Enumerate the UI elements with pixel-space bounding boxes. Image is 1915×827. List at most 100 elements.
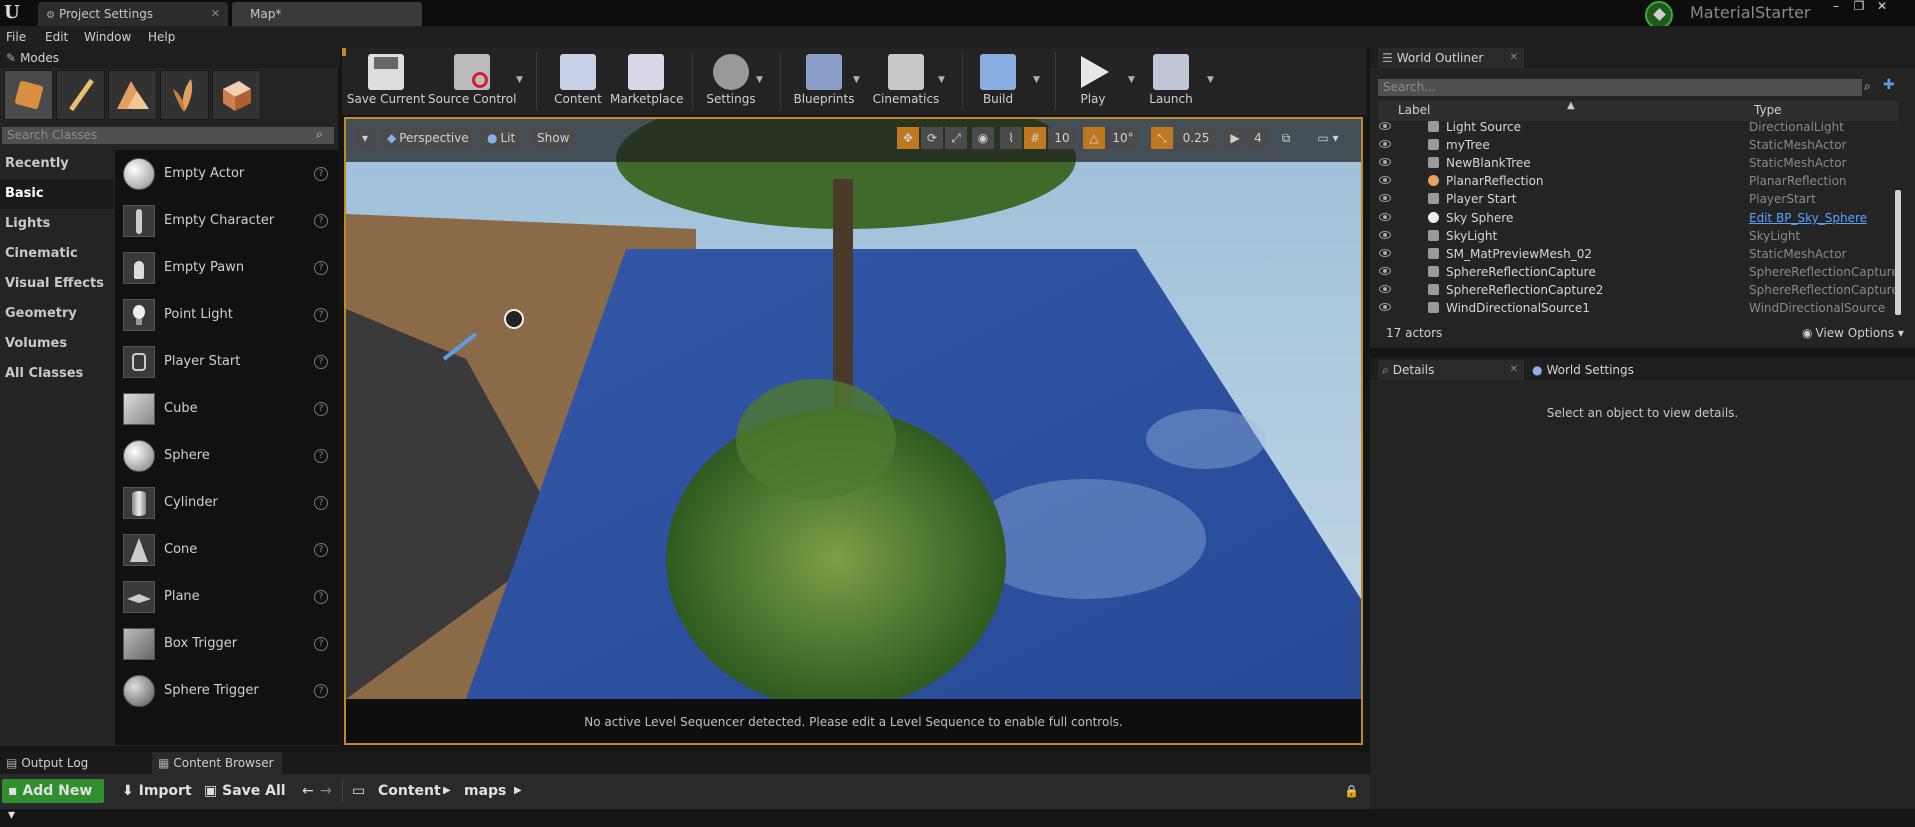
place-mode-button[interactable] (4, 70, 53, 120)
visibility-eye-icon[interactable] (1379, 249, 1391, 257)
forward-arrow-icon[interactable]: → (320, 779, 332, 803)
outliner-row[interactable]: SM_MatPreviewMesh_02 StaticMeshActor (1375, 245, 1895, 263)
world-local-icon[interactable]: ◉ (972, 127, 994, 149)
perspective-button[interactable]: ◆ Perspective (381, 127, 473, 149)
rotation-snap-icon[interactable]: △ (1083, 127, 1105, 149)
category-lights[interactable]: Lights (0, 209, 114, 239)
class-item-cone[interactable]: Cone ? (115, 526, 338, 573)
settings-dropdown-icon[interactable]: ▼ (756, 75, 763, 85)
help-icon[interactable]: ? (314, 167, 328, 181)
landscape-mode-button[interactable] (108, 70, 157, 120)
add-new-button[interactable]: ▪ Add New ▾ (2, 779, 104, 823)
outliner-row[interactable]: SkyLight SkyLight (1375, 227, 1895, 245)
outliner-scrollbar[interactable] (1895, 190, 1901, 315)
visibility-eye-icon[interactable] (1379, 176, 1391, 184)
category-recently-placed[interactable]: Recently Placed (0, 149, 114, 201)
visibility-eye-icon[interactable] (1379, 303, 1391, 311)
foliage-mode-button[interactable] (160, 70, 209, 120)
help-icon[interactable]: ? (314, 590, 328, 604)
build-button[interactable]: Build (975, 48, 1021, 115)
help-icon[interactable]: ? (314, 355, 328, 369)
camera-speed-icon[interactable]: ▶ (1224, 127, 1246, 149)
help-icon[interactable]: ? (314, 308, 328, 322)
outliner-row[interactable]: Player Start PlayerStart (1375, 190, 1895, 208)
blueprints-dropdown-icon[interactable]: ▼ (853, 75, 860, 85)
help-icon[interactable]: ? (314, 543, 328, 557)
import-button[interactable]: ⬇ Import (122, 779, 192, 803)
help-icon[interactable]: ? (314, 449, 328, 463)
category-basic[interactable]: Basic (0, 179, 114, 209)
camera-speed-value[interactable]: 4 (1248, 127, 1268, 149)
outliner-row[interactable]: WindDirectionalSource1 WindDirectionalSou… (1375, 299, 1895, 317)
lock-icon[interactable]: 🔒 (1344, 779, 1359, 803)
class-item-empty-pawn[interactable]: Empty Pawn ? (115, 244, 338, 291)
settings-button[interactable]: Settings (700, 48, 762, 115)
outliner-row[interactable]: myTree StaticMeshActor (1375, 136, 1895, 154)
maximize-viewport-icon[interactable]: ⧉ (1277, 127, 1295, 149)
build-dropdown-icon[interactable]: ▼ (1033, 75, 1040, 85)
visibility-eye-icon[interactable] (1379, 194, 1391, 202)
edit-blueprint-link[interactable]: Edit BP_Sky_Sphere (1749, 209, 1867, 227)
cinematics-button[interactable]: Cinematics (872, 48, 940, 115)
close-icon[interactable]: ✕ (1510, 360, 1518, 380)
column-type[interactable]: Type (1754, 103, 1782, 117)
scale-tool-icon[interactable]: ⤢ (945, 127, 967, 149)
grid-snap-value[interactable]: 10 (1048, 127, 1076, 149)
outliner-row[interactable]: SphereReflectionCapture2 SphereReflection… (1375, 281, 1899, 299)
level-viewport[interactable] (344, 117, 1363, 745)
outliner-row[interactable]: Sky Sphere Edit BP_Sky_Sphere (1375, 209, 1895, 227)
launch-button[interactable]: Launch (1148, 48, 1194, 115)
visibility-eye-icon[interactable] (1379, 285, 1391, 293)
class-item-box-trigger[interactable]: Box Trigger ? (115, 620, 338, 667)
grid-snap-icon[interactable]: # (1024, 127, 1046, 149)
scale-snap-icon[interactable]: ⤡ (1151, 127, 1173, 149)
class-item-point-light[interactable]: Point Light ? (115, 291, 338, 338)
source-control-button[interactable]: Source Control (428, 48, 516, 115)
outliner-row[interactable]: NewBlankTree StaticMeshActor (1375, 154, 1895, 172)
category-visual-effects[interactable]: Visual Effects (0, 269, 114, 299)
outliner-search-input[interactable]: Search... (1378, 79, 1862, 96)
category-all-classes[interactable]: All Classes (0, 359, 114, 389)
translate-tool-icon[interactable]: ✥ (897, 127, 919, 149)
visibility-eye-icon[interactable] (1379, 267, 1391, 275)
close-icon[interactable]: ✕ (1510, 48, 1518, 68)
close-icon[interactable]: ✕ (211, 2, 220, 26)
outliner-row[interactable]: PlanarReflection PlanarReflection (1375, 172, 1895, 190)
world-settings-tab[interactable]: ● World Settings (1528, 360, 1672, 380)
help-icon[interactable]: ? (314, 402, 328, 416)
modes-tab[interactable]: ✎ Modes (6, 48, 59, 68)
visibility-eye-icon[interactable] (1379, 140, 1391, 148)
show-button[interactable]: Show (531, 127, 573, 149)
class-item-sphere-trigger[interactable]: Sphere Trigger ? (115, 667, 338, 714)
outliner-row[interactable]: SphereReflectionCapture SphereReflectionC… (1375, 263, 1899, 281)
category-geometry[interactable]: Geometry (0, 299, 114, 329)
tab-project-settings[interactable]: ⚙ Project Settings ✕ (38, 2, 228, 26)
close-window-button[interactable]: ✕ (1872, 0, 1892, 14)
class-item-empty-character[interactable]: Empty Character ? (115, 197, 338, 244)
save-all-button[interactable]: ▣ Save All (204, 779, 286, 803)
blueprints-button[interactable]: Blueprints (790, 48, 858, 115)
source-control-dropdown-icon[interactable]: ▼ (516, 75, 523, 85)
help-icon[interactable]: ? (314, 684, 328, 698)
menu-edit[interactable]: Edit (45, 26, 68, 48)
breadcrumb-maps[interactable]: maps (464, 779, 506, 803)
surface-snap-icon[interactable]: ⌇ (1000, 127, 1022, 149)
menu-file[interactable]: File (6, 26, 26, 48)
play-button[interactable]: Play (1070, 48, 1116, 115)
marketplace-button[interactable]: Marketplace (610, 48, 684, 115)
output-log-tab[interactable]: ▤ Output Log (6, 752, 146, 774)
class-item-cylinder[interactable]: Cylinder ? (115, 479, 338, 526)
world-outliner-tab[interactable]: ☰ World Outliner ✕ (1378, 48, 1524, 68)
visibility-eye-icon[interactable] (1379, 231, 1391, 239)
lit-button[interactable]: ● Lit (481, 127, 521, 149)
paint-mode-button[interactable] (56, 70, 105, 120)
breadcrumb-content[interactable]: Content (378, 779, 441, 803)
help-icon[interactable]: ? (314, 637, 328, 651)
search-classes-input[interactable]: Search Classes (2, 127, 334, 144)
column-label[interactable]: Label (1398, 103, 1430, 117)
menu-window[interactable]: Window (84, 26, 131, 48)
view-options-button[interactable]: ◉ View Options ▾ (1802, 326, 1904, 340)
help-icon[interactable]: ? (314, 214, 328, 228)
back-arrow-icon[interactable]: ← (302, 779, 314, 803)
outliner-row[interactable]: Light Source DirectionalLight (1375, 118, 1895, 136)
